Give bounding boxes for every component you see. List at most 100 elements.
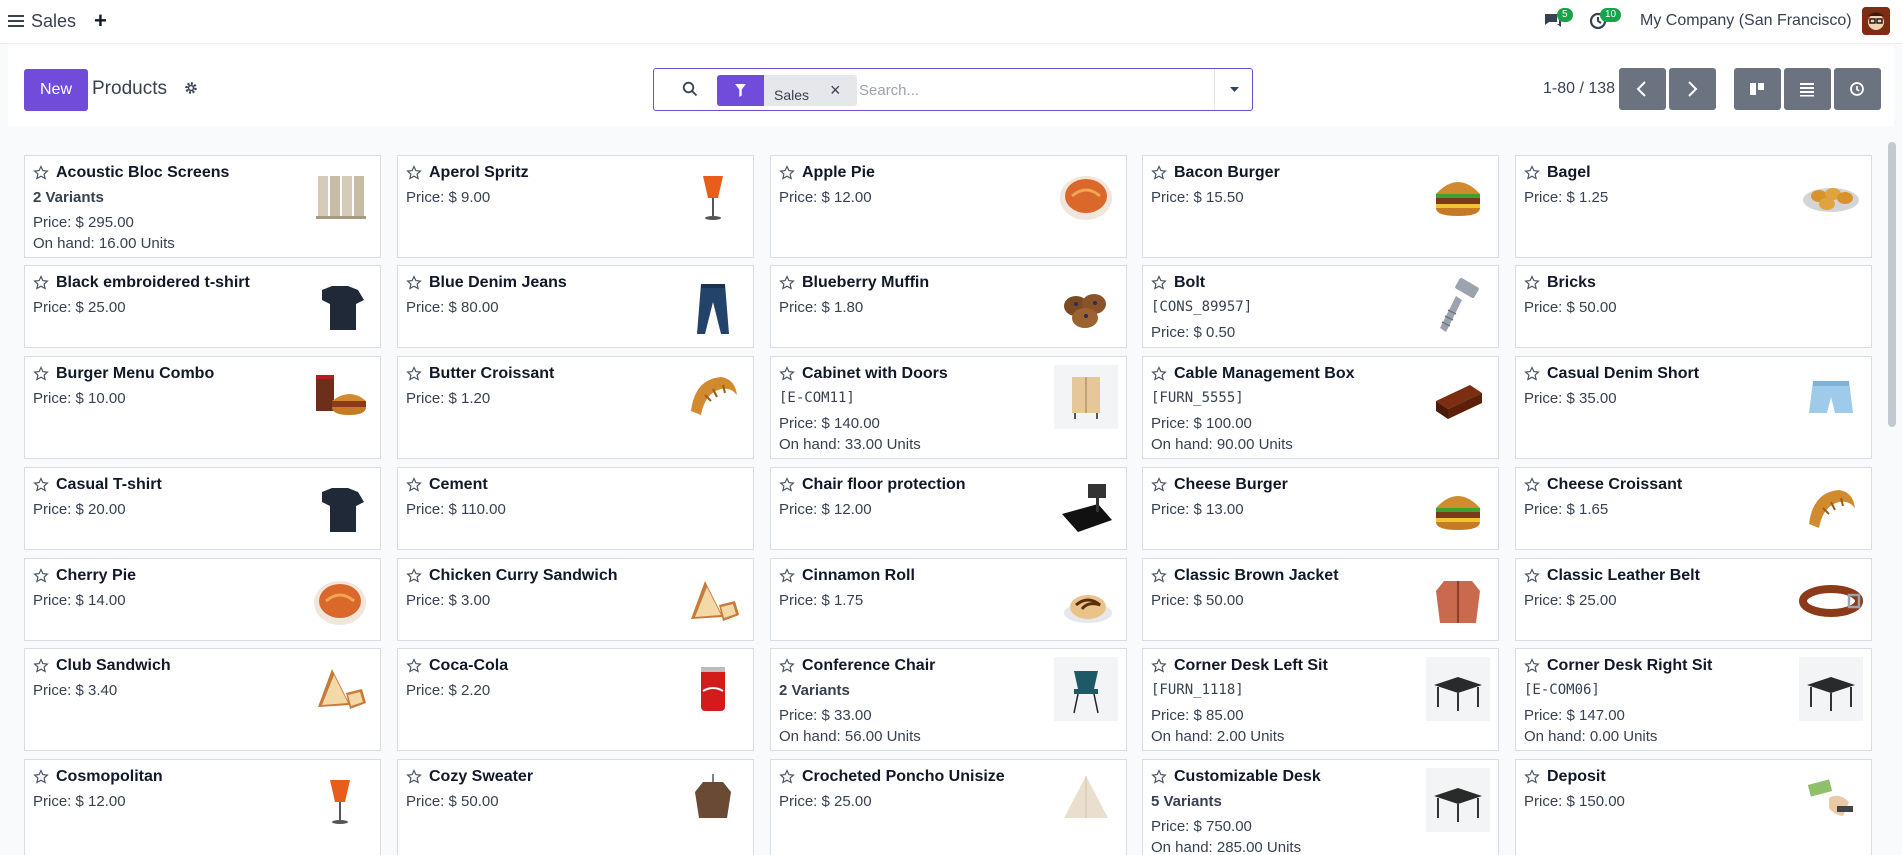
product-onhand: On hand: 90.00 Units — [1151, 436, 1293, 453]
star-icon[interactable] — [406, 165, 422, 181]
product-card[interactable]: Blue Denim Jeans Price: $ 80.00 — [397, 265, 754, 348]
product-card[interactable]: Black embroidered t-shirt Price: $ 25.00 — [24, 265, 381, 348]
product-card[interactable]: Apple Pie Price: $ 12.00 — [770, 155, 1127, 258]
user-avatar[interactable] — [1862, 7, 1890, 35]
product-card[interactable]: Bagel Price: $ 1.25 — [1515, 155, 1872, 258]
star-icon[interactable] — [406, 769, 422, 785]
star-icon[interactable] — [33, 366, 49, 382]
product-card[interactable]: Cabinet with Doors [E-COM11] Price: $ 140.… — [770, 356, 1127, 459]
apps-menu-icon[interactable] — [8, 12, 26, 32]
star-icon[interactable] — [1151, 769, 1167, 785]
product-card[interactable]: Club Sandwich Price: $ 3.40 — [24, 648, 381, 751]
product-card[interactable]: Cable Management Box [FURN_5555] Price: $ … — [1142, 356, 1499, 459]
star-icon[interactable] — [33, 275, 49, 291]
product-card[interactable]: Corner Desk Left Sit [FURN_1118] Price: $ … — [1142, 648, 1499, 751]
star-icon[interactable] — [1151, 366, 1167, 382]
product-card[interactable]: Cinnamon Roll Price: $ 1.75 — [770, 558, 1127, 641]
pie-icon — [1054, 164, 1118, 228]
kanban-view-button[interactable] — [1734, 68, 1781, 110]
activity-view-button[interactable] — [1834, 68, 1881, 110]
product-card[interactable]: Chicken Curry Sandwich Price: $ 3.00 — [397, 558, 754, 641]
product-card[interactable]: Coca-Cola Price: $ 2.20 — [397, 648, 754, 751]
star-icon[interactable] — [33, 658, 49, 674]
bolt-icon — [1426, 276, 1490, 340]
product-card[interactable]: Customizable Desk 5 Variants Price: $ 750.… — [1142, 759, 1499, 855]
product-name: Bacon Burger — [1174, 164, 1280, 181]
star-icon[interactable] — [406, 658, 422, 674]
star-icon[interactable] — [1524, 477, 1540, 493]
star-icon[interactable] — [779, 769, 795, 785]
star-icon[interactable] — [33, 568, 49, 584]
star-icon[interactable] — [1151, 568, 1167, 584]
star-icon[interactable] — [406, 366, 422, 382]
star-icon[interactable] — [1524, 275, 1540, 291]
product-card[interactable]: Blueberry Muffin Price: $ 1.80 — [770, 265, 1127, 348]
star-icon[interactable] — [406, 275, 422, 291]
star-icon[interactable] — [779, 658, 795, 674]
star-icon[interactable] — [1524, 658, 1540, 674]
product-card[interactable]: Corner Desk Right Sit [E-COM06] Price: $ 1… — [1515, 648, 1872, 751]
product-card[interactable]: Conference Chair 2 Variants Price: $ 33.00… — [770, 648, 1127, 751]
product-name: Deposit — [1547, 768, 1606, 785]
product-card[interactable]: Cozy Sweater Price: $ 50.00 — [397, 759, 754, 855]
product-card[interactable]: Butter Croissant Price: $ 1.20 — [397, 356, 754, 459]
activities-icon[interactable]: 10 — [1589, 8, 1622, 32]
product-card[interactable]: Acoustic Bloc Screens 2 Variants Price: $ … — [24, 155, 381, 258]
star-icon[interactable] — [779, 366, 795, 382]
star-icon[interactable] — [1524, 165, 1540, 181]
star-icon[interactable] — [1524, 568, 1540, 584]
product-price: Price: $ 140.00 — [779, 415, 880, 432]
product-card[interactable]: Casual Denim Short Price: $ 35.00 — [1515, 356, 1872, 459]
star-icon[interactable] — [779, 275, 795, 291]
pager-next-button[interactable] — [1669, 68, 1716, 110]
product-card[interactable]: Bolt [CONS_89957] Price: $ 0.50 — [1142, 265, 1499, 348]
search-options-toggle[interactable] — [1214, 69, 1253, 110]
app-name[interactable]: Sales — [31, 11, 76, 32]
product-price: Price: $ 50.00 — [406, 793, 499, 810]
product-card[interactable]: Cheese Croissant Price: $ 1.65 — [1515, 467, 1872, 550]
facet-remove-button[interactable]: × — [830, 80, 841, 101]
product-card[interactable]: Bacon Burger Price: $ 15.50 — [1142, 155, 1499, 258]
list-view-button[interactable] — [1784, 68, 1831, 110]
star-icon[interactable] — [1524, 769, 1540, 785]
star-icon[interactable] — [1151, 477, 1167, 493]
star-icon[interactable] — [779, 568, 795, 584]
search-input[interactable] — [859, 76, 1214, 104]
product-card[interactable]: Cheese Burger Price: $ 13.00 — [1142, 467, 1499, 550]
product-card[interactable]: Classic Leather Belt Price: $ 25.00 — [1515, 558, 1872, 641]
star-icon[interactable] — [1151, 275, 1167, 291]
product-card[interactable]: Crocheted Poncho Unisize Price: $ 25.00 — [770, 759, 1127, 855]
quick-create-button[interactable]: + — [94, 8, 107, 34]
star-icon[interactable] — [1524, 366, 1540, 382]
product-price: Price: $ 50.00 — [1151, 592, 1244, 609]
messages-icon[interactable]: 5 — [1543, 8, 1573, 32]
product-card[interactable]: Cosmopolitan Price: $ 12.00 — [24, 759, 381, 855]
star-icon[interactable] — [1151, 658, 1167, 674]
search-icon[interactable] — [682, 81, 700, 99]
star-icon[interactable] — [1151, 165, 1167, 181]
star-icon[interactable] — [33, 769, 49, 785]
pager-previous-button[interactable] — [1619, 68, 1666, 110]
product-onhand: On hand: 56.00 Units — [779, 728, 921, 745]
product-price: Price: $ 750.00 — [1151, 818, 1252, 835]
product-card[interactable]: Aperol Spritz Price: $ 9.00 — [397, 155, 754, 258]
star-icon[interactable] — [33, 477, 49, 493]
product-card[interactable]: Burger Menu Combo Price: $ 10.00 — [24, 356, 381, 459]
product-card[interactable]: Chair floor protection Price: $ 12.00 — [770, 467, 1127, 550]
new-button[interactable]: New — [24, 69, 88, 111]
star-icon[interactable] — [33, 165, 49, 181]
scrollbar[interactable] — [1888, 142, 1896, 427]
company-switcher[interactable]: My Company (San Francisco) — [1640, 12, 1852, 30]
product-card[interactable]: Cement Price: $ 110.00 — [397, 467, 754, 550]
product-card[interactable]: Classic Brown Jacket Price: $ 50.00 — [1142, 558, 1499, 641]
product-card[interactable]: Casual T-shirt Price: $ 20.00 — [24, 467, 381, 550]
gear-icon[interactable] — [184, 81, 200, 97]
star-icon[interactable] — [406, 568, 422, 584]
pager-value[interactable]: 1-80 / 138 — [1543, 80, 1615, 98]
product-card[interactable]: Deposit Price: $ 150.00 — [1515, 759, 1872, 855]
star-icon[interactable] — [779, 477, 795, 493]
product-card[interactable]: Cherry Pie Price: $ 14.00 — [24, 558, 381, 641]
product-card[interactable]: Bricks Price: $ 50.00 — [1515, 265, 1872, 348]
star-icon[interactable] — [779, 165, 795, 181]
star-icon[interactable] — [406, 477, 422, 493]
